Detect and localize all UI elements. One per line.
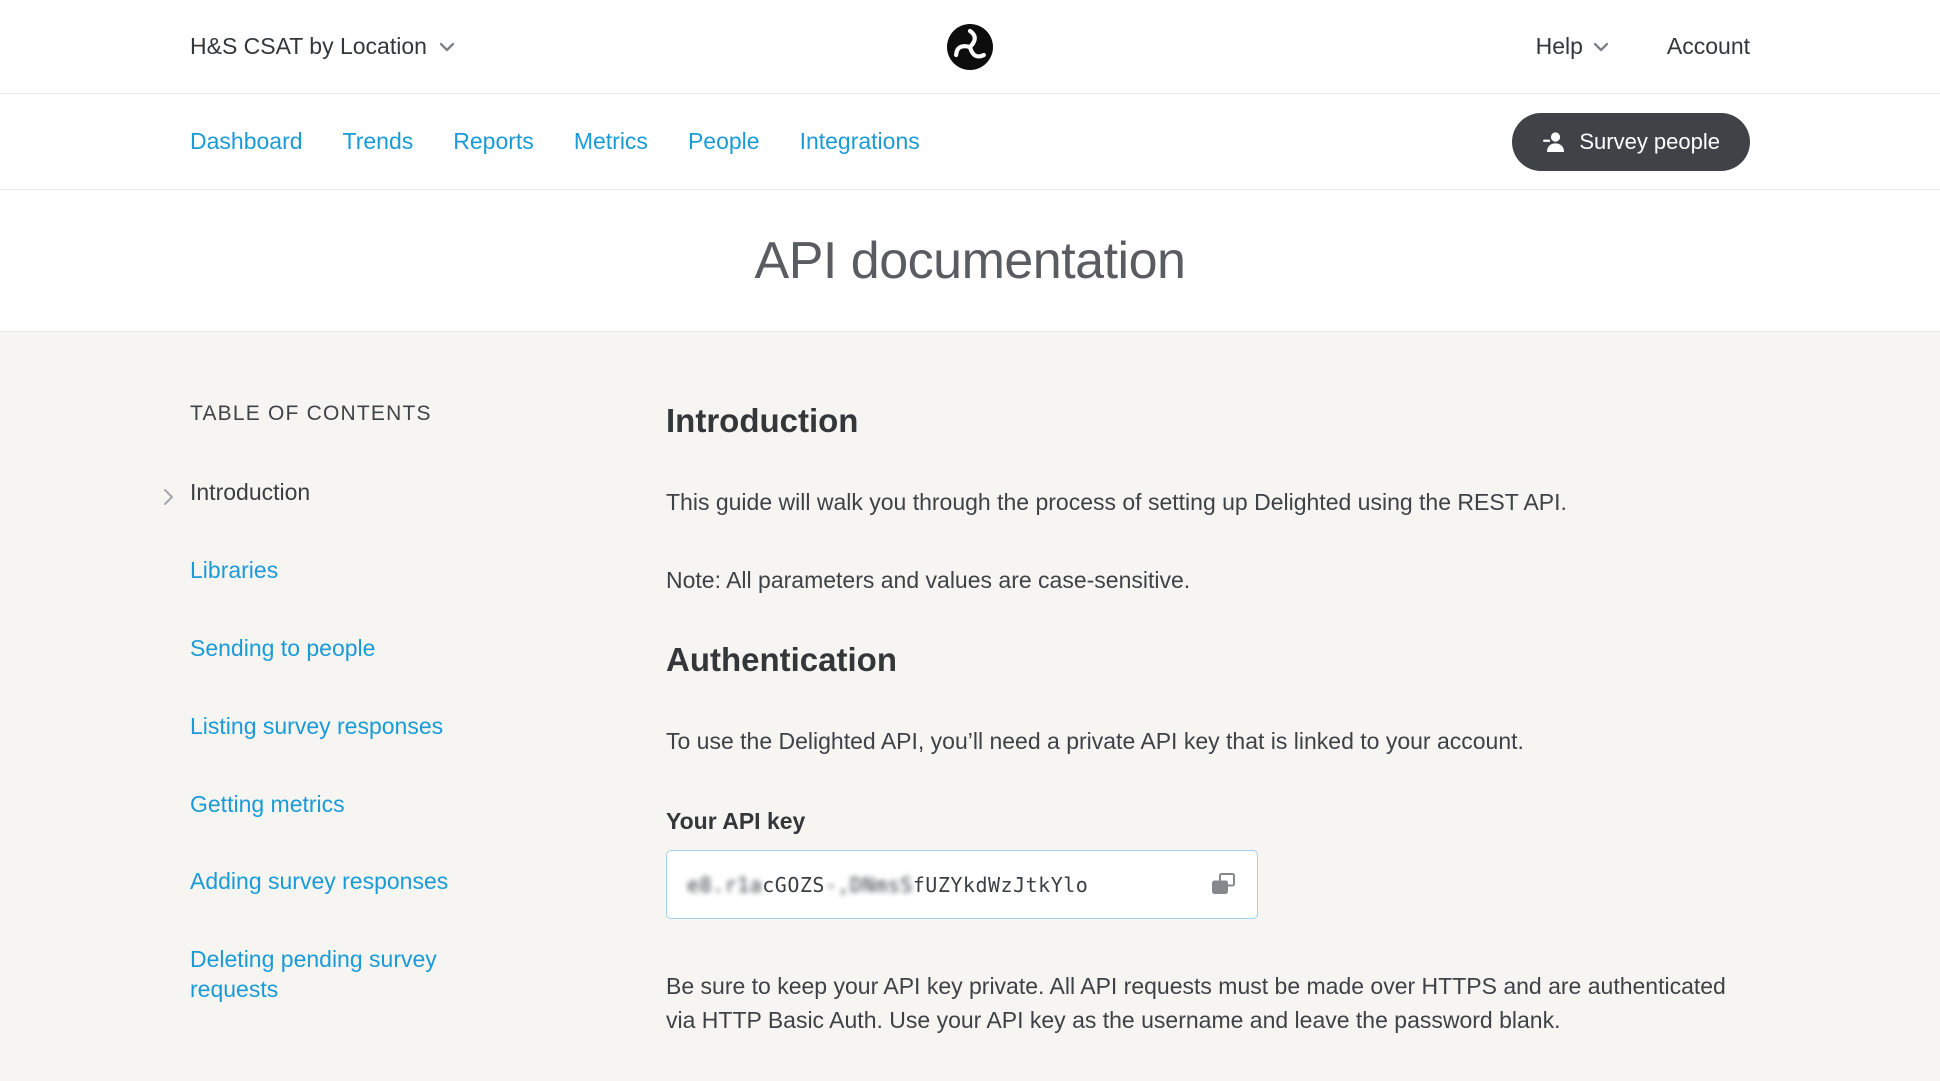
article: Introduction This guide will walk you th… xyxy=(666,402,1750,1081)
toc-item-introduction[interactable]: Introduction xyxy=(164,478,490,508)
main-nav: Dashboard Trends Reports Metrics People … xyxy=(0,94,1940,190)
nav-item-reports[interactable]: Reports xyxy=(453,128,534,155)
authentication-paragraph-2: Be sure to keep your API key private. Al… xyxy=(666,973,1726,1034)
chevron-down-icon xyxy=(439,42,455,52)
nav-item-integrations[interactable]: Integrations xyxy=(800,128,920,155)
introduction-paragraph-1: This guide will walk you through the pro… xyxy=(666,489,1567,515)
toc-item-adding-survey-responses[interactable]: Adding survey responses xyxy=(190,867,490,897)
delighted-logo[interactable] xyxy=(946,23,994,71)
page-title-section: API documentation xyxy=(0,190,1940,332)
toc-item-label[interactable]: Listing survey responses xyxy=(190,713,443,739)
toc-item-libraries[interactable]: Libraries xyxy=(190,556,490,586)
api-key-value: e8.r1acGOZS-,DNmsSfUZYkdWzJtkYlo xyxy=(687,872,1089,897)
content-area: TABLE OF CONTENTS Introduction Libraries… xyxy=(0,332,1940,1081)
toc-item-sending-to-people[interactable]: Sending to people xyxy=(190,634,490,664)
api-key-field[interactable]: e8.r1acGOZS-,DNmsSfUZYkdWzJtkYlo xyxy=(666,850,1258,920)
project-selector-label: H&S CSAT by Location xyxy=(190,33,427,59)
person-icon xyxy=(1542,131,1566,153)
introduction-heading: Introduction xyxy=(666,402,859,439)
toc-item-label[interactable]: Deleting pending survey requests xyxy=(190,946,437,1002)
toc-item-label[interactable]: Libraries xyxy=(190,557,278,583)
api-key-label: Your API key xyxy=(666,808,806,835)
nav-item-trends[interactable]: Trends xyxy=(343,128,414,155)
nav-item-people[interactable]: People xyxy=(688,128,760,155)
survey-people-label: Survey people xyxy=(1579,128,1720,154)
page-title: API documentation xyxy=(754,231,1186,290)
account-link[interactable]: Account xyxy=(1667,33,1750,60)
help-label: Help xyxy=(1535,33,1583,59)
top-bar: H&S CSAT by Location Help Account xyxy=(0,0,1940,94)
nav-item-metrics[interactable]: Metrics xyxy=(574,128,648,155)
toc-item-label[interactable]: Adding survey responses xyxy=(190,868,448,894)
copy-icon[interactable] xyxy=(1210,872,1237,897)
chevron-right-icon xyxy=(163,484,174,514)
table-of-contents: TABLE OF CONTENTS Introduction Libraries… xyxy=(164,402,666,1081)
toc-heading: TABLE OF CONTENTS xyxy=(190,402,432,425)
chevron-down-icon xyxy=(1593,42,1609,52)
nav-item-dashboard[interactable]: Dashboard xyxy=(190,128,303,155)
authentication-paragraph-1: To use the Delighted API, you’ll need a … xyxy=(666,728,1524,755)
toc-item-listing-survey-responses[interactable]: Listing survey responses xyxy=(190,712,490,742)
toc-item-deleting-pending-survey-requests[interactable]: Deleting pending survey requests xyxy=(190,945,490,1005)
toc-item-label[interactable]: Sending to people xyxy=(190,635,375,661)
toc-item-getting-metrics[interactable]: Getting metrics xyxy=(190,790,490,820)
survey-people-button[interactable]: Survey people xyxy=(1512,112,1750,171)
toc-item-label: Introduction xyxy=(190,479,311,505)
introduction-paragraph-2: Note: All parameters and values are case… xyxy=(666,567,1191,594)
help-menu[interactable]: Help xyxy=(1536,33,1609,60)
project-selector[interactable]: H&S CSAT by Location xyxy=(190,33,455,60)
toc-item-label[interactable]: Getting metrics xyxy=(190,791,345,817)
authentication-heading: Authentication xyxy=(666,641,897,679)
